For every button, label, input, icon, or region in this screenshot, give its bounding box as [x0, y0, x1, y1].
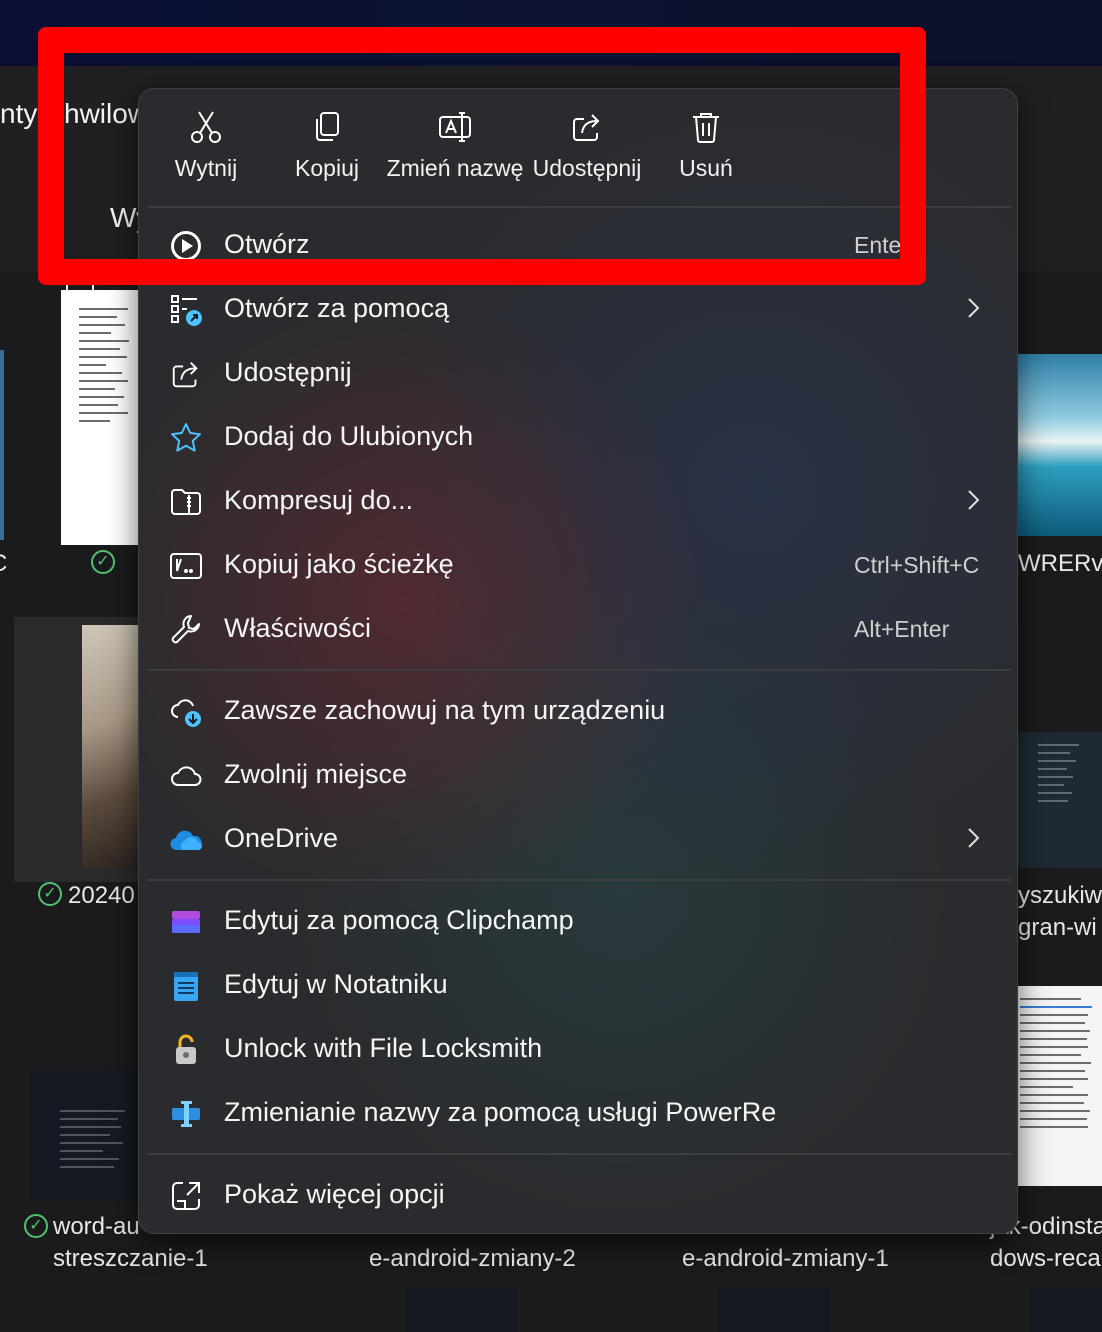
file-label-android-2: e-android-zmiany-2	[369, 1245, 576, 1272]
chevron-right-icon	[968, 298, 980, 318]
separator	[147, 1153, 1011, 1155]
clipchamp-icon	[169, 905, 203, 939]
word-doc-thumbnail[interactable]	[30, 1070, 138, 1200]
selected-tile[interactable]	[14, 617, 138, 882]
menu-item-label: Udostępnij	[224, 357, 352, 387]
menu-item-label: Pokaż więcej opcji	[224, 1179, 445, 1209]
menu-item-label: Zmienianie nazwy za pomocą usługi PowerR…	[224, 1097, 777, 1127]
menu-item-share[interactable]: Udostępnij	[147, 345, 1011, 401]
separator	[147, 669, 1011, 671]
menu-item-label: OneDrive	[224, 823, 339, 853]
menu-item-add-favorites[interactable]: Dodaj do Ulubionych	[147, 409, 1011, 465]
zip-folder-icon	[169, 485, 203, 519]
settings-screenshot-thumbnail[interactable]	[1018, 732, 1102, 868]
menu-item-free-space[interactable]: Zwolnij miejsce	[147, 747, 1011, 803]
menu-item-label: Zwolnij miejsce	[224, 759, 408, 789]
menu-item-show-more[interactable]: Pokaż więcej opcji	[147, 1167, 1011, 1223]
cloud-icon	[169, 759, 203, 793]
thumbnail-edge	[0, 350, 4, 540]
wrench-icon	[169, 613, 203, 647]
lock-icon	[169, 1033, 203, 1067]
red-highlight-box	[38, 27, 926, 285]
windows-features-thumbnail[interactable]	[1018, 986, 1102, 1186]
menu-item-clipchamp[interactable]: Edytuj za pomocą Clipchamp	[147, 893, 1011, 949]
menu-item-label: Edytuj w Notatniku	[224, 969, 448, 999]
phone-screenshot-thumbnail[interactable]	[405, 1288, 517, 1332]
menu-item-label: Dodaj do Ulubionych	[224, 421, 474, 451]
file-label-date: 20240	[68, 882, 135, 909]
menu-item-label: Unlock with File Locksmith	[224, 1033, 543, 1063]
file-label-c: C	[0, 550, 7, 578]
menu-item-open-with[interactable]: Otwórz za pomocą	[147, 281, 1011, 337]
sync-check-icon: ✓	[24, 1214, 48, 1238]
menu-item-always-keep[interactable]: Zawsze zachowuj na tym urządzeniu	[147, 683, 1011, 739]
chevron-right-icon	[968, 828, 980, 848]
phone-screenshot-thumbnail[interactable]	[1030, 1288, 1102, 1332]
menu-item-label: Edytuj za pomocą Clipchamp	[224, 905, 574, 935]
menu-item-label: Kopiuj jako ścieżkę	[224, 549, 454, 579]
toolbar-fragment-left: nty	[0, 98, 38, 129]
share-icon	[169, 357, 203, 391]
file-label-word: word-au	[53, 1213, 140, 1240]
file-label-android-1: e-android-zmiany-1	[682, 1245, 889, 1272]
menu-item-notepad[interactable]: Edytuj w Notatniku	[147, 957, 1011, 1013]
menu-item-file-locksmith[interactable]: Unlock with File Locksmith	[147, 1021, 1011, 1077]
file-label-wrer: WRERvP	[1018, 550, 1102, 577]
menu-item-powerrename[interactable]: Zmienianie nazwy za pomocą usługi PowerR…	[147, 1085, 1011, 1141]
menu-item-label: Właściwości	[224, 613, 372, 643]
sync-check-icon: ✓	[91, 550, 115, 574]
menu-item-compress[interactable]: Kompresuj do...	[147, 473, 1011, 529]
file-label-gran: gran-wi	[1018, 914, 1097, 941]
menu-item-label: Kompresuj do...	[224, 485, 414, 515]
file-label-streszczanie: streszczanie-1	[53, 1245, 208, 1272]
menu-item-label: Otwórz za pomocą	[224, 293, 450, 323]
sync-check-icon: ✓	[38, 882, 62, 906]
menu-item-properties[interactable]: Właściwości Alt+Enter	[147, 601, 1011, 657]
document-thumbnail[interactable]	[61, 290, 139, 545]
menu-item-onedrive[interactable]: OneDrive	[147, 811, 1011, 867]
cloud-download-icon	[169, 695, 203, 729]
shortcut-label: Ctrl+Shift+C	[854, 552, 980, 578]
notepad-icon	[169, 969, 203, 1003]
photo-thumbnail	[82, 625, 138, 869]
path-icon	[169, 549, 203, 583]
file-label-szukiwa: yszukiwa	[1018, 882, 1102, 909]
menu-item-copy-as-path[interactable]: Kopiuj jako ścieżkę Ctrl+Shift+C	[147, 537, 1011, 593]
beach-photo-thumbnail[interactable]	[1018, 354, 1102, 536]
file-label-recal: dows-recal	[990, 1245, 1102, 1272]
onedrive-icon	[169, 823, 203, 857]
star-icon	[169, 421, 203, 455]
shortcut-label: Alt+Enter	[854, 616, 950, 642]
more-options-icon	[169, 1179, 203, 1213]
powerrename-icon	[169, 1097, 203, 1131]
chevron-right-icon	[968, 490, 980, 510]
open-with-icon	[169, 293, 203, 327]
menu-item-label: Zawsze zachowuj na tym urządzeniu	[224, 695, 666, 725]
separator	[147, 879, 1011, 881]
phone-screenshot-thumbnail[interactable]	[718, 1288, 830, 1332]
